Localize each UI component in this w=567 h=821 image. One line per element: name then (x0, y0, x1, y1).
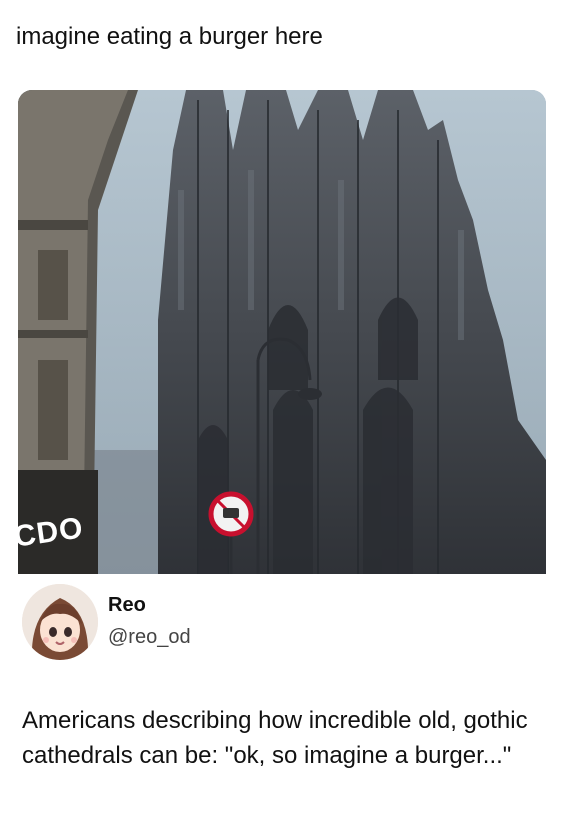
author-handle[interactable]: @reo_od (108, 626, 191, 649)
cathedral-photo[interactable]: CDO (18, 90, 546, 574)
post-caption: imagine eating a burger here (16, 23, 323, 50)
post-text: Americans describing how incredible old,… (22, 707, 528, 769)
author-name[interactable]: Reo (108, 594, 146, 617)
cathedral-illustration (18, 90, 546, 574)
anime-avatar-icon[interactable] (22, 584, 98, 660)
tweet-author[interactable]: Reo @reo_od (22, 584, 542, 664)
